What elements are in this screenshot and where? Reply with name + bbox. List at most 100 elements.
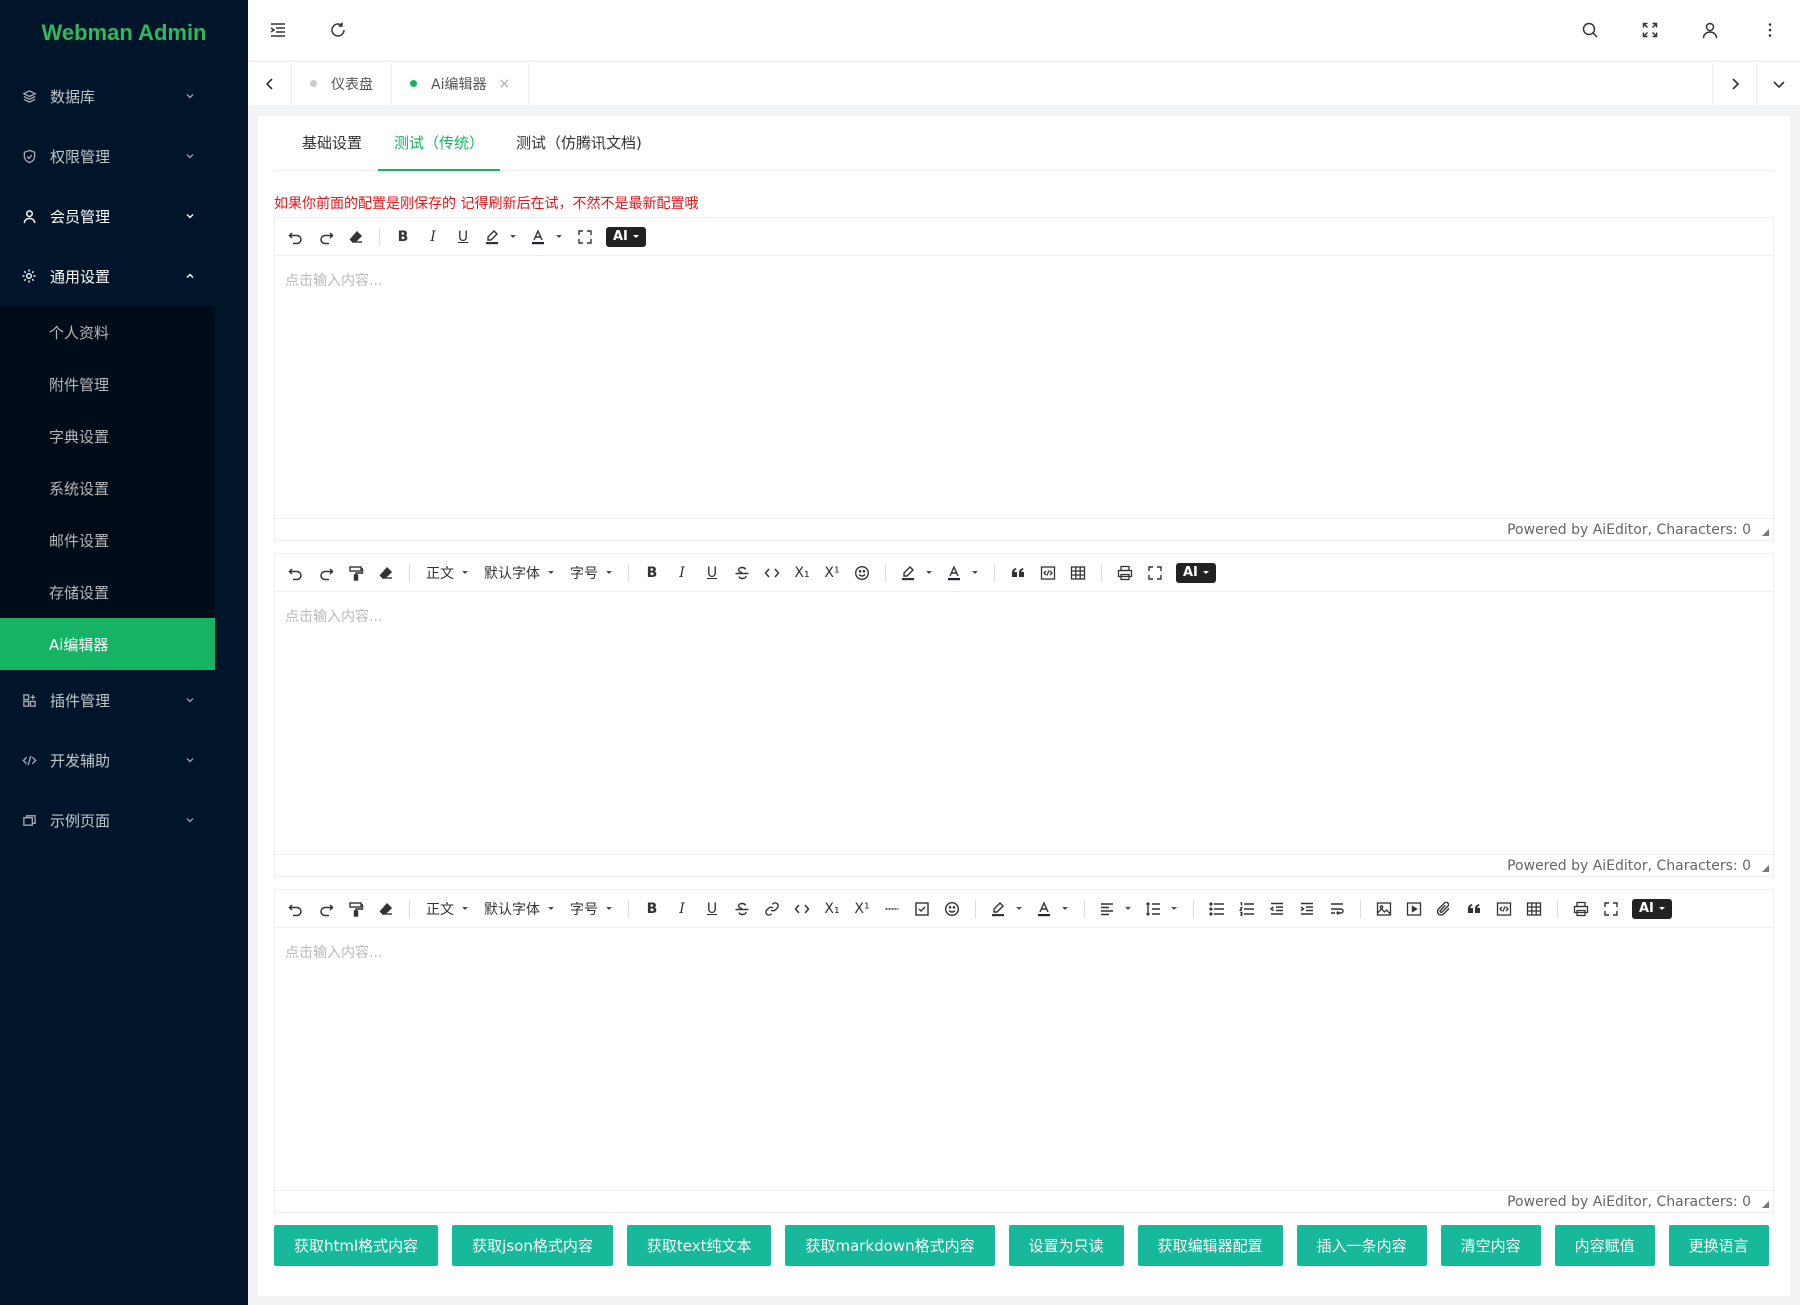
redo-button[interactable]	[313, 224, 339, 250]
table-button[interactable]	[1521, 896, 1547, 922]
inline-code-button[interactable]	[789, 896, 815, 922]
editor-content-area[interactable]: 点击输入内容...	[275, 928, 1773, 1190]
page-tab-dashboard[interactable]: 仪表盘	[292, 61, 392, 106]
attachment-button[interactable]	[1431, 896, 1457, 922]
editor-content-area[interactable]: 点击输入内容...	[275, 592, 1773, 854]
underline-button[interactable]: U	[450, 224, 476, 250]
change-language-button[interactable]: 更换语言	[1668, 1225, 1769, 1266]
code-block-button[interactable]	[1491, 896, 1517, 922]
get-json-button[interactable]: 获取json格式内容	[452, 1225, 613, 1266]
font-family-select[interactable]: 默认字体	[478, 896, 560, 922]
bullet-list-button[interactable]	[1204, 896, 1230, 922]
print-button[interactable]	[1112, 560, 1138, 586]
tabs-scroll-right-button[interactable]	[1712, 61, 1756, 106]
fullscreen-toggle-button[interactable]	[1598, 896, 1624, 922]
format-painter-button[interactable]	[343, 896, 369, 922]
font-color-button[interactable]	[1032, 896, 1074, 922]
ordered-list-button[interactable]	[1234, 896, 1260, 922]
italic-button[interactable]: I	[669, 560, 695, 586]
align-button[interactable]	[1095, 896, 1137, 922]
ai-menu-button[interactable]: AI	[602, 224, 650, 250]
inline-code-button[interactable]	[759, 560, 785, 586]
line-height-button[interactable]	[1141, 896, 1183, 922]
bold-button[interactable]: B	[639, 560, 665, 586]
sidebar-item-permissions[interactable]: 权限管理	[0, 126, 248, 186]
menu-toggle-button[interactable]	[248, 0, 308, 60]
clear-format-button[interactable]	[373, 560, 399, 586]
tabs-dropdown-button[interactable]	[1756, 61, 1800, 106]
editor-content-area[interactable]: 点击输入内容...	[275, 256, 1773, 518]
image-button[interactable]	[1371, 896, 1397, 922]
clear-content-button[interactable]: 清空内容	[1440, 1225, 1541, 1266]
sidebar-subitem-ai-editor[interactable]: Ai编辑器	[0, 618, 215, 670]
sidebar-item-database[interactable]: 数据库	[0, 66, 248, 126]
ai-menu-button[interactable]: AI	[1628, 896, 1676, 922]
sidebar-subitem-storage[interactable]: 存储设置	[0, 566, 215, 618]
insert-content-button[interactable]: 插入一条内容	[1296, 1225, 1427, 1266]
sidebar-subitem-mail[interactable]: 邮件设置	[0, 514, 215, 566]
user-menu-button[interactable]	[1680, 0, 1740, 60]
tab-test-tencent[interactable]: 测试（仿腾讯文档)	[500, 116, 658, 171]
sidebar-item-plugins[interactable]: 插件管理	[0, 670, 248, 730]
highlight-color-button[interactable]	[896, 560, 938, 586]
tabs-scroll-left-button[interactable]	[248, 61, 292, 106]
strikethrough-button[interactable]	[729, 560, 755, 586]
paragraph-select[interactable]: 正文	[420, 896, 474, 922]
emoji-button[interactable]	[849, 560, 875, 586]
subscript-button[interactable]: X₁	[819, 896, 845, 922]
quote-button[interactable]	[1005, 560, 1031, 586]
code-block-button[interactable]	[1035, 560, 1061, 586]
sidebar-subitem-attachments[interactable]: 附件管理	[0, 358, 215, 410]
italic-button[interactable]: I	[669, 896, 695, 922]
font-color-button[interactable]	[526, 224, 568, 250]
tab-test-classic[interactable]: 测试（传统）	[378, 116, 501, 171]
strikethrough-button[interactable]	[729, 896, 755, 922]
italic-button[interactable]: I	[420, 224, 446, 250]
redo-button[interactable]	[313, 896, 339, 922]
font-color-button[interactable]	[942, 560, 984, 586]
resize-handle-icon[interactable]	[1762, 1201, 1769, 1208]
undo-button[interactable]	[283, 560, 309, 586]
sidebar-item-dev-tools[interactable]: 开发辅助	[0, 730, 248, 790]
get-config-button[interactable]: 获取编辑器配置	[1137, 1225, 1283, 1266]
sidebar-item-general-settings[interactable]: 通用设置	[0, 246, 248, 306]
table-button[interactable]	[1065, 560, 1091, 586]
sidebar-item-members[interactable]: 会员管理	[0, 186, 248, 246]
search-button[interactable]	[1560, 0, 1620, 60]
subscript-button[interactable]: X₁	[789, 560, 815, 586]
ai-menu-button[interactable]: AI	[1172, 560, 1220, 586]
superscript-button[interactable]: X¹	[819, 560, 845, 586]
redo-button[interactable]	[313, 560, 339, 586]
refresh-button[interactable]	[308, 0, 368, 60]
font-size-select[interactable]: 字号	[564, 896, 618, 922]
font-family-select[interactable]: 默认字体	[478, 560, 560, 586]
line-break-button[interactable]	[1324, 896, 1350, 922]
get-markdown-button[interactable]: 获取markdown格式内容	[785, 1225, 995, 1266]
bold-button[interactable]: B	[390, 224, 416, 250]
outdent-button[interactable]	[1264, 896, 1290, 922]
resize-handle-icon[interactable]	[1762, 865, 1769, 872]
get-text-button[interactable]: 获取text纯文本	[626, 1225, 772, 1266]
format-painter-button[interactable]	[343, 560, 369, 586]
more-button[interactable]	[1740, 0, 1800, 60]
set-readonly-button[interactable]: 设置为只读	[1008, 1225, 1124, 1266]
superscript-button[interactable]: X¹	[849, 896, 875, 922]
resize-handle-icon[interactable]	[1762, 529, 1769, 536]
paragraph-select[interactable]: 正文	[420, 560, 474, 586]
page-tab-ai-editor[interactable]: Ai编辑器 ×	[392, 61, 530, 106]
video-button[interactable]	[1401, 896, 1427, 922]
set-content-button[interactable]: 内容赋值	[1554, 1225, 1655, 1266]
sidebar-subitem-dictionary[interactable]: 字典设置	[0, 410, 215, 462]
fullscreen-button[interactable]	[1620, 0, 1680, 60]
close-icon[interactable]: ×	[498, 76, 510, 92]
undo-button[interactable]	[283, 896, 309, 922]
highlight-color-button[interactable]	[480, 224, 522, 250]
print-button[interactable]	[1568, 896, 1594, 922]
font-size-select[interactable]: 字号	[564, 560, 618, 586]
get-html-button[interactable]: 获取html格式内容	[274, 1225, 439, 1266]
link-button[interactable]	[759, 896, 785, 922]
bold-button[interactable]: B	[639, 896, 665, 922]
clear-format-button[interactable]	[373, 896, 399, 922]
todo-button[interactable]	[909, 896, 935, 922]
clear-format-button[interactable]	[343, 224, 369, 250]
